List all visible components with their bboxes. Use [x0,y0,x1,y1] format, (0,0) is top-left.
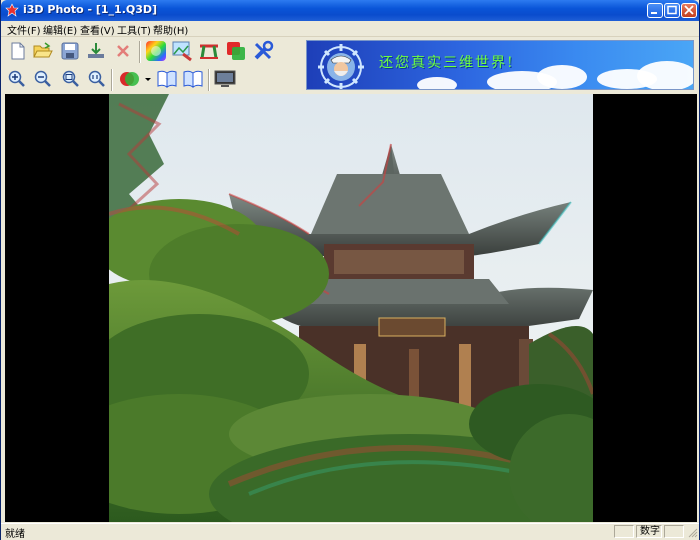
book-left-button[interactable] [155,68,179,90]
status-bar: 就绪 数字 [1,523,699,540]
app-window: i3D Photo - [1_1.Q3D] 文件(F) 编辑(E) 查看(V) … [0,0,700,540]
banner-slogan: 还您真实三维世界! [379,55,515,71]
window-title: i3D Photo - [1_1.Q3D] [23,3,158,16]
status-pane-scroll [664,525,684,538]
align-button[interactable] [197,39,221,63]
import-icon [88,43,104,58]
zoom-actual-icon [88,70,105,87]
save-button[interactable] [59,40,81,62]
zoom-fit-button[interactable] [60,68,82,90]
zoom-actual-button[interactable] [86,68,108,90]
zoom-in-button[interactable] [6,68,28,90]
menu-edit[interactable]: 编辑(E) [43,22,77,37]
book-right-icon [183,70,203,88]
display-icon [214,70,236,87]
promo-banner: 还您真实三维世界! [306,40,694,90]
anaglyph-dropdown[interactable] [144,68,152,90]
delete-button[interactable] [112,40,134,62]
book-left-icon [157,70,177,88]
close-icon [684,5,694,15]
layers-icon [227,42,245,60]
view-toolbar [1,67,303,93]
num-lock-indicator: 数字 [636,525,662,538]
color-adjust-icon [146,41,166,61]
layers-button[interactable] [224,39,248,63]
dropdown-arrow-icon [145,78,151,81]
image-viewport[interactable] [5,94,697,522]
import-button[interactable] [85,40,107,62]
align-icon [200,44,218,59]
minimize-icon [651,12,657,14]
resize-grip-icon[interactable] [687,527,698,538]
zoom-out-button[interactable] [32,68,54,90]
anaglyph-photo [109,94,593,522]
tools-icon [254,40,274,60]
delete-icon [117,45,129,57]
new-button[interactable] [7,40,29,62]
new-icon [11,42,25,60]
color-adjust-button[interactable] [144,39,168,63]
book-right-button[interactable] [181,68,205,90]
maximize-icon [667,5,677,15]
open-icon [33,42,53,58]
status-text: 就绪 [5,529,25,540]
anaglyph-button[interactable] [116,68,146,90]
menu-tools[interactable]: 工具(T) [117,22,151,37]
toolbar-separator [139,41,141,63]
close-button[interactable] [681,3,697,18]
zoom-in-icon [8,70,25,87]
toolbar-separator [208,69,210,91]
open-button[interactable] [32,40,54,62]
menu-file[interactable]: 文件(F) [7,22,41,37]
anaglyph-icon [120,72,139,86]
image-tool-button[interactable] [170,39,194,63]
main-toolbar [1,39,303,65]
zoom-fit-icon [62,70,79,87]
menu-help[interactable]: 帮助(H) [153,22,188,37]
menu-bar: 文件(F) 编辑(E) 查看(V) 工具(T) 帮助(H) [1,21,699,37]
save-icon [61,42,79,60]
status-pane-empty [614,525,634,538]
pavilion-image [109,94,593,522]
title-bar[interactable]: i3D Photo - [1_1.Q3D] [1,0,699,21]
display-button[interactable] [213,68,237,90]
tools-button[interactable] [251,39,275,63]
minimize-button[interactable] [647,3,663,18]
zoom-out-icon [34,70,51,87]
captain-logo-icon [318,44,364,89]
menu-view[interactable]: 查看(V) [80,22,115,37]
toolbar-separator [111,69,113,91]
image-tool-icon [172,41,192,62]
app-icon [5,3,19,17]
maximize-button[interactable] [664,3,680,18]
